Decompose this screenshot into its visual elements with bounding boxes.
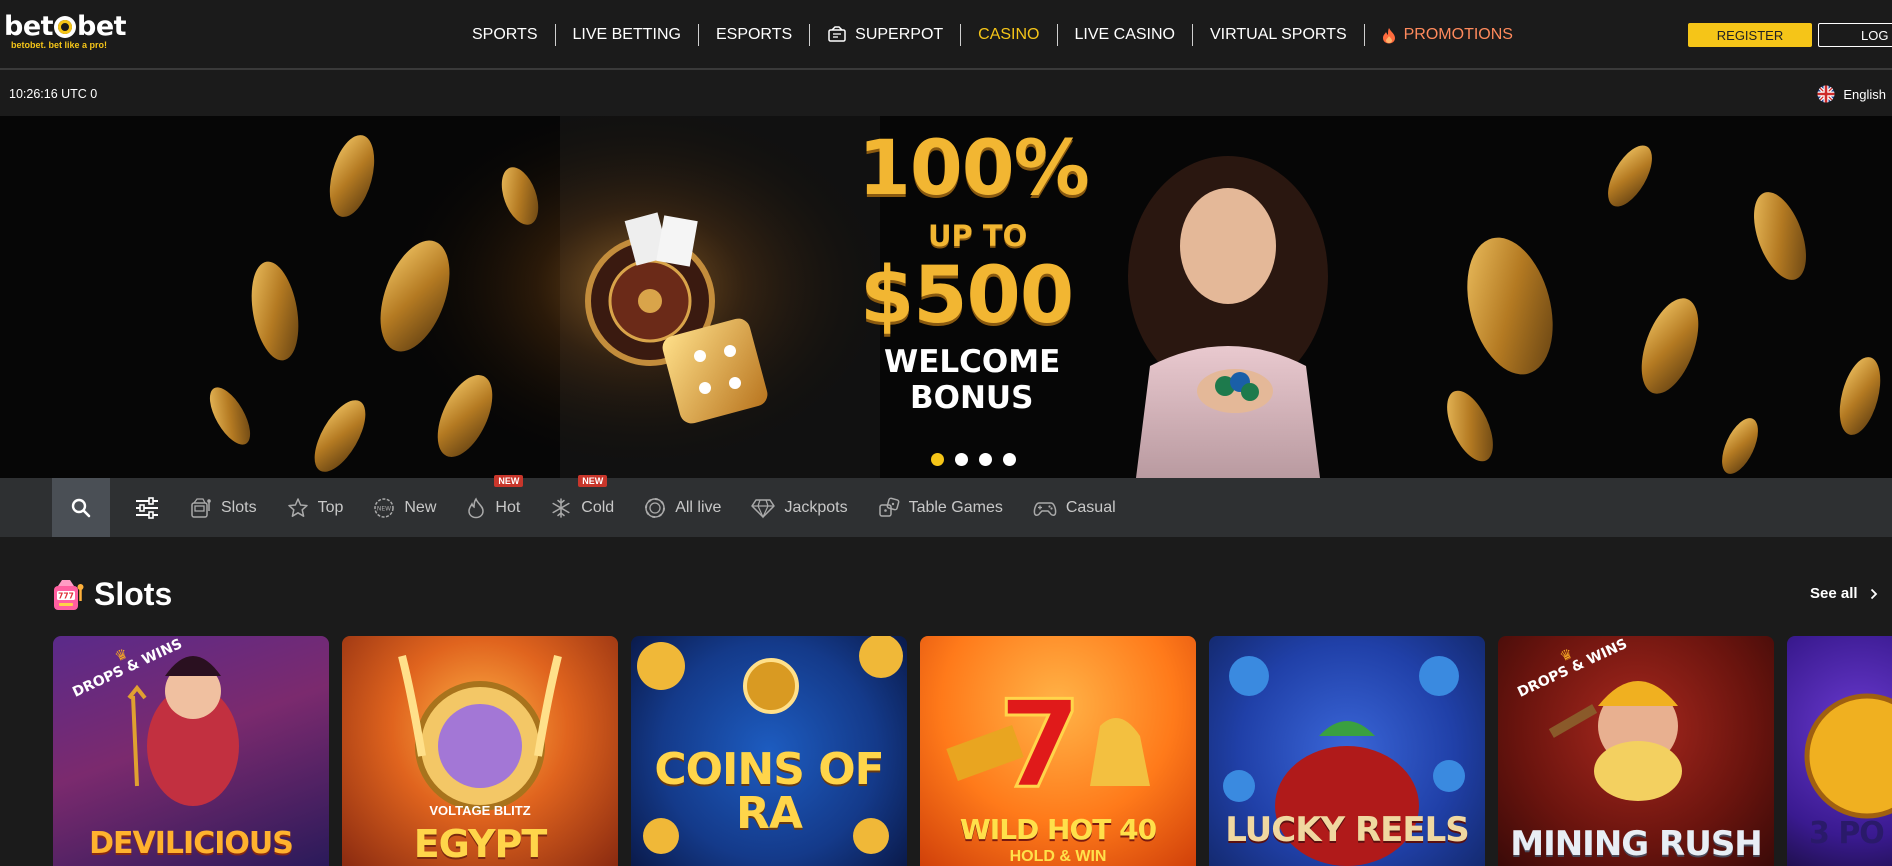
search-icon bbox=[71, 498, 91, 517]
section-title: Slots bbox=[94, 576, 173, 612]
game-tile[interactable]: 7 HOLD & WIN WILD HOT 40 bbox=[920, 636, 1196, 866]
info-bar: 10:26:16 UTC 0 English bbox=[0, 72, 1892, 116]
ball-icon bbox=[54, 16, 77, 38]
language-label: English bbox=[1843, 86, 1886, 102]
banner-amount: $500 bbox=[860, 251, 1074, 341]
language-selector[interactable]: English bbox=[1817, 85, 1886, 103]
banner-percent: 100% bbox=[858, 123, 1090, 212]
fire-icon bbox=[1382, 27, 1395, 43]
diamond-icon bbox=[751, 498, 776, 518]
game-tiles: ♛ DROPS & WINS DEVILICIOUS VOLTAGE BLITZ … bbox=[53, 636, 1892, 866]
nav-virtual-sports[interactable]: VIRTUAL SPORTS bbox=[1191, 24, 1364, 46]
flame-icon bbox=[468, 496, 485, 518]
category-bar: Slots Top NEW New NEW Hot NEW Cold All l… bbox=[0, 474, 1892, 537]
sliders-icon bbox=[136, 497, 158, 519]
svg-text:777: 777 bbox=[58, 591, 74, 600]
banner-welcome: WELCOME bbox=[884, 344, 1061, 380]
nav-casino[interactable]: CASINO bbox=[960, 24, 1056, 46]
banner-bonus: BONUS bbox=[910, 380, 1034, 416]
snowflake-icon bbox=[552, 497, 570, 518]
slot-machine-icon: 777 bbox=[54, 579, 84, 610]
dice-icon bbox=[878, 497, 900, 517]
category-table-games[interactable]: Table Games bbox=[878, 497, 1003, 519]
nav-superpot[interactable]: SUPERPOT bbox=[809, 24, 960, 46]
chip-icon bbox=[645, 497, 666, 518]
game-title: WILD HOT 40 bbox=[959, 813, 1157, 846]
game-subtitle: VOLTAGE BLITZ bbox=[429, 803, 531, 818]
game-tile[interactable]: LUCKY REELS bbox=[1209, 636, 1485, 866]
game-title: LUCKY REELS bbox=[1225, 810, 1470, 850]
brand-logo[interactable]: bet bet betobet. bet like a pro! bbox=[4, 12, 134, 56]
filter-button[interactable] bbox=[134, 495, 160, 521]
game-tile[interactable]: VOLTAGE BLITZ EGYPT bbox=[342, 636, 618, 866]
category-jackpots[interactable]: Jackpots bbox=[751, 497, 848, 519]
nav-sports[interactable]: SPORTS bbox=[455, 24, 555, 46]
category-list: Slots Top NEW New NEW Hot NEW Cold All l… bbox=[190, 474, 1146, 537]
new-badge: NEW bbox=[494, 474, 524, 487]
main-nav: SPORTS LIVE BETTING ESPORTS SUPERPOT CAS… bbox=[455, 22, 1530, 48]
brand-name-part1: bet bbox=[4, 11, 54, 42]
register-button[interactable]: REGISTER bbox=[1688, 23, 1812, 47]
carousel-dot-4[interactable] bbox=[1003, 453, 1016, 466]
star-icon bbox=[287, 497, 308, 517]
gamepad-icon bbox=[1033, 501, 1057, 516]
carousel-dot-2[interactable] bbox=[955, 453, 968, 466]
game-tile[interactable]: COINS OF RA bbox=[631, 636, 907, 866]
category-casual[interactable]: Casual bbox=[1033, 497, 1116, 519]
category-new[interactable]: NEW New bbox=[373, 497, 436, 519]
category-slots[interactable]: Slots bbox=[190, 497, 257, 519]
new-badge: NEW bbox=[578, 474, 608, 487]
game-tile[interactable]: 3 PO bbox=[1787, 636, 1892, 866]
game-tile[interactable]: ♛ DROPS & WINS DEVILICIOUS bbox=[53, 636, 329, 866]
category-cold[interactable]: NEW Cold bbox=[550, 474, 614, 519]
search-button[interactable] bbox=[52, 478, 110, 537]
new-icon: NEW bbox=[374, 497, 395, 518]
carousel-dots bbox=[931, 453, 1016, 466]
see-all-link[interactable]: See all bbox=[1810, 585, 1878, 602]
banner-up-to: UP TO bbox=[928, 219, 1028, 253]
nav-live-betting[interactable]: LIVE BETTING bbox=[554, 24, 698, 46]
trophy-icon bbox=[828, 26, 846, 42]
svg-text:NEW: NEW bbox=[377, 505, 391, 512]
nav-live-casino[interactable]: LIVE CASINO bbox=[1056, 24, 1192, 46]
brand-name-part2: bet bbox=[77, 11, 127, 42]
game-tile[interactable]: ♛ DROPS & WINS MINING RUSH bbox=[1498, 636, 1774, 866]
chevron-right-icon bbox=[1870, 588, 1877, 599]
login-button[interactable]: LOG I bbox=[1818, 23, 1892, 47]
server-clock: 10:26:16 UTC 0 bbox=[9, 87, 98, 101]
slots-section-header: 777 Slots bbox=[52, 576, 172, 613]
game-subtitle: HOLD & WIN bbox=[1009, 848, 1107, 865]
category-top[interactable]: Top bbox=[287, 497, 343, 519]
game-title: COINS OF RA bbox=[654, 744, 884, 839]
nav-promotions[interactable]: PROMOTIONS bbox=[1363, 24, 1530, 46]
slot-machine-icon bbox=[191, 497, 211, 518]
carousel-dot-3[interactable] bbox=[979, 453, 992, 466]
top-header: bet bet betobet. bet like a pro! SPORTS L… bbox=[0, 0, 1892, 70]
nav-esports[interactable]: ESPORTS bbox=[697, 24, 809, 46]
carousel-dot-1[interactable] bbox=[931, 453, 944, 466]
game-title: 3 PO bbox=[1809, 816, 1885, 851]
uk-flag-icon bbox=[1817, 85, 1835, 103]
category-all-live[interactable]: All live bbox=[644, 497, 721, 519]
category-hot[interactable]: NEW Hot bbox=[466, 474, 524, 519]
